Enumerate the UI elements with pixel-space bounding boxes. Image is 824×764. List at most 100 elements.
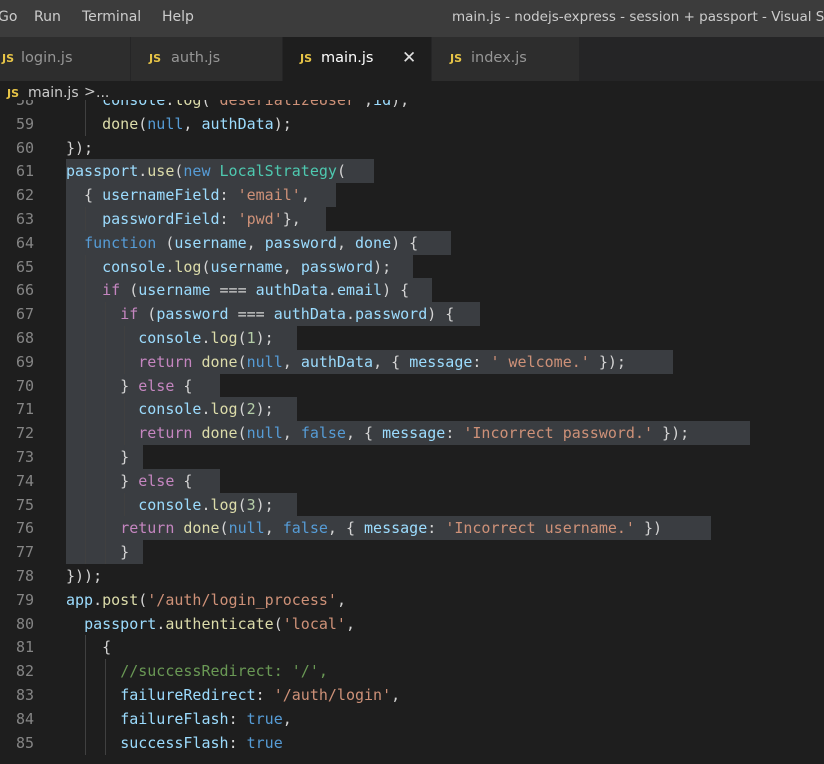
- code-line[interactable]: 74 } else {: [0, 468, 824, 493]
- line-number: 63: [15, 210, 34, 228]
- js-file-icon: JS: [149, 52, 162, 65]
- line-number: 71: [15, 400, 34, 419]
- window-title: main.js - nodejs-express - session + pas…: [452, 9, 824, 25]
- code-line[interactable]: 75 console.log(3);: [0, 492, 824, 517]
- line-number: 84: [15, 709, 34, 728]
- code-text: return done(null, false, { message: 'Inc…: [120, 519, 663, 538]
- menu-go[interactable]: Go: [0, 9, 17, 25]
- tab-label: main.js: [321, 50, 374, 66]
- line-number: 81: [15, 638, 34, 657]
- tab-label: auth.js: [171, 50, 221, 66]
- line-number: 72: [15, 424, 34, 443]
- code-line[interactable]: 63 passwordField: 'pwd'},: [0, 207, 824, 231]
- line-number: 69: [15, 352, 34, 371]
- code-text: done(null, authData);: [102, 114, 292, 133]
- code-line[interactable]: 59 done(null, authData);: [0, 111, 824, 136]
- code-line[interactable]: 58 console.log('deserializeUser',id);: [0, 100, 824, 112]
- code-text: return done(null, false, { message: 'Inc…: [138, 424, 690, 443]
- code-text: if (password === authData.password) {: [120, 305, 455, 324]
- tab-auth-js[interactable]: JS auth.js: [131, 37, 283, 81]
- tab-label: login.js: [21, 50, 73, 66]
- line-number: 68: [15, 329, 34, 347]
- code-line[interactable]: 84 failureFlash: true,: [0, 706, 824, 731]
- line-number: 77: [15, 543, 34, 562]
- code-line[interactable]: 85 successFlash: true: [0, 730, 824, 755]
- code-text: passport.authenticate('local',: [84, 614, 355, 633]
- code-text: failureRedirect: '/auth/login',: [120, 686, 401, 704]
- close-icon[interactable]: ✕: [402, 48, 416, 68]
- line-number: 80: [15, 614, 34, 633]
- line-number: 82: [15, 662, 34, 681]
- code-line[interactable]: 79 app.post('/auth/login_process',: [0, 588, 824, 612]
- chevron-right-icon: >: [84, 84, 96, 100]
- line-number: 83: [15, 686, 34, 704]
- code-line[interactable]: 61 passport.use(new LocalStrategy(: [0, 159, 824, 184]
- code-text: console.log(3);: [138, 495, 274, 514]
- code-line[interactable]: 72 return done(null, false, { message: '…: [0, 421, 824, 446]
- code-line[interactable]: 62 { usernameField: 'email',: [0, 183, 824, 208]
- line-number: 66: [15, 281, 34, 300]
- js-file-icon: JS: [450, 52, 463, 65]
- line-number: 62: [15, 186, 34, 205]
- line-number: 85: [15, 733, 34, 752]
- code-editor[interactable]: 58 console.log('deserializeUser',id); 59 …: [0, 100, 824, 764]
- code-text: }: [66, 448, 130, 466]
- tab-index-js[interactable]: JS index.js: [432, 37, 580, 81]
- code-line[interactable]: 73 }: [0, 445, 824, 469]
- tab-login-js[interactable]: JS login.js: [0, 37, 131, 81]
- code-text: console.log(1);: [138, 329, 274, 347]
- code-line[interactable]: 76 return done(null, false, { message: '…: [0, 516, 824, 541]
- code-text: app.post('/auth/login_process',: [66, 590, 346, 609]
- code-text: return done(null, authData, { message: '…: [138, 352, 626, 371]
- code-text: console.log('deserializeUser',id);: [102, 100, 410, 109]
- code-line[interactable]: 81 {: [0, 635, 824, 660]
- code-text: failureFlash: true,: [120, 709, 292, 728]
- code-line[interactable]: 68 console.log(1);: [0, 326, 824, 350]
- code-line[interactable]: 64 function (username, password, done) {: [0, 230, 824, 255]
- code-text: passwordField: 'pwd'},: [102, 210, 301, 228]
- line-number: 79: [15, 590, 34, 609]
- menu-help[interactable]: Help: [162, 9, 194, 25]
- code-text: }));: [66, 567, 103, 585]
- code-text: console.log(username, password);: [102, 257, 392, 276]
- code-text: successFlash: true: [120, 733, 283, 752]
- code-text: { usernameField: 'email',: [66, 186, 310, 205]
- line-number: 61: [15, 162, 34, 181]
- code-line[interactable]: 65 console.log(username, password);: [0, 254, 824, 279]
- code-line[interactable]: 77 }: [0, 540, 824, 565]
- code-line[interactable]: 82 //successRedirect: '/',: [0, 659, 824, 684]
- breadcrumb-symbols[interactable]: ...: [96, 85, 109, 101]
- code-line[interactable]: 78}));: [0, 564, 824, 588]
- line-number: 67: [15, 305, 34, 324]
- tab-main-js[interactable]: JS main.js ✕: [283, 37, 432, 81]
- code-text: } else {: [66, 471, 193, 490]
- code-line[interactable]: 69 return done(null, authData, { message…: [0, 349, 824, 374]
- line-number: 70: [15, 376, 34, 395]
- line-number: 58: [15, 100, 34, 109]
- code-text: console.log(2);: [138, 400, 274, 419]
- line-number: 65: [15, 257, 34, 276]
- code-line[interactable]: 70 } else {: [0, 373, 824, 398]
- code-text: passport.use(new LocalStrategy(: [66, 162, 346, 181]
- js-file-icon: JS: [300, 52, 313, 65]
- code-text: function (username, password, done) {: [84, 233, 419, 252]
- code-text: });: [66, 138, 94, 157]
- line-number: 74: [15, 471, 34, 490]
- line-number: 60: [15, 138, 34, 157]
- code-text: if (username === authData.email) {: [102, 281, 410, 300]
- code-line[interactable]: 80 passport.authenticate('local',: [0, 612, 824, 636]
- code-line[interactable]: 66 if (username === authData.email) {: [0, 278, 824, 303]
- js-file-icon: JS: [7, 87, 20, 100]
- code-line[interactable]: 71 console.log(2);: [0, 397, 824, 422]
- tab-label: index.js: [471, 50, 527, 66]
- editor-tab-bar: JS login.js JS auth.js JS main.js ✕ JS i…: [0, 37, 824, 81]
- breadcrumb-file[interactable]: main.js: [28, 85, 79, 101]
- line-number: 76: [15, 519, 34, 538]
- code-line[interactable]: 83 failureRedirect: '/auth/login',: [0, 683, 824, 707]
- line-number: 78: [15, 567, 34, 585]
- code-line[interactable]: 60});: [0, 136, 824, 160]
- menu-run[interactable]: Run: [34, 9, 61, 25]
- menu-terminal[interactable]: Terminal: [82, 9, 141, 25]
- code-line[interactable]: 67 if (password === authData.password) {: [0, 302, 824, 327]
- title-bar: Go Run Terminal Help main.js - nodejs-ex…: [0, 0, 824, 37]
